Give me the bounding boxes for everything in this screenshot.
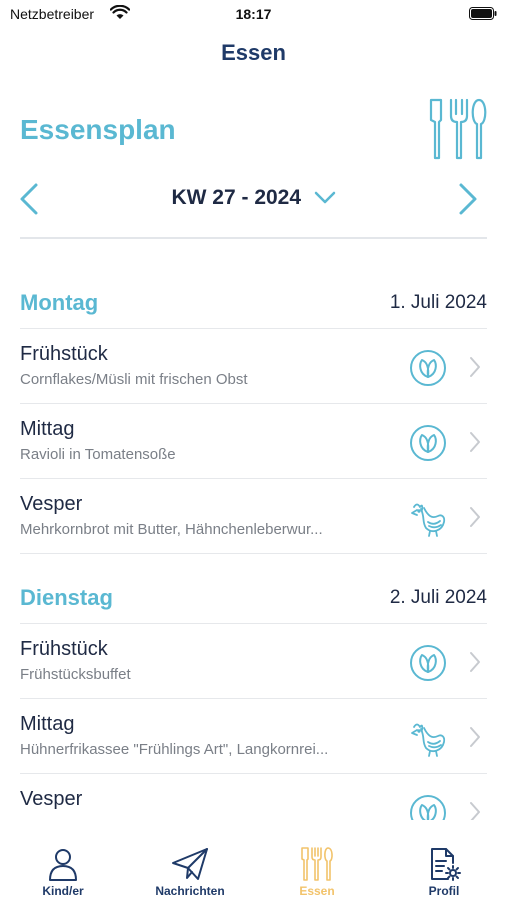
meal-row-tuesday-vesper[interactable]: Vesper [20, 773, 487, 820]
meal-description: Cornflakes/Müsli mit frischen Obst [20, 371, 248, 388]
chevron-right-icon [470, 357, 480, 377]
meal-description: Ravioli in Tomatensoße [20, 446, 176, 463]
meal-row-monday-breakfast[interactable]: Frühstück Cornflakes/Müsli mit frischen … [20, 328, 487, 403]
document-gear-icon [431, 848, 461, 881]
chevron-down-icon [314, 191, 335, 204]
clock: 18:17 [235, 6, 272, 22]
person-icon [49, 849, 77, 881]
meal-type: Frühstück [20, 343, 108, 365]
chevron-right-icon [470, 507, 480, 527]
week-navigation: KW 27 - 2024 [0, 176, 507, 222]
meal-description: Hühnerfrikassee "Frühlings Art", Langkor… [20, 741, 329, 758]
meal-type: Frühstück [20, 638, 108, 660]
meal-row-monday-vesper[interactable]: Vesper Mehrkornbrot mit Butter, Hähnchen… [20, 478, 487, 553]
leaf-icon [410, 645, 446, 681]
tab-messages[interactable]: Nachrichten [127, 846, 253, 898]
chevron-right-icon [470, 727, 480, 747]
tab-label: Essen [299, 884, 335, 898]
chevron-right-icon [470, 652, 480, 672]
tab-profile[interactable]: Profil [381, 846, 507, 898]
tab-bar: Kind/er Nachrichten Essen Profil [0, 822, 507, 900]
next-week-button[interactable] [457, 182, 479, 216]
meal-type: Vesper [20, 493, 83, 515]
status-bar: Netzbetreiber 18:17 [0, 0, 507, 28]
tab-label: Profil [428, 884, 460, 898]
cutlery-icon [429, 98, 487, 160]
tab-children[interactable]: Kind/er [0, 846, 126, 898]
meal-type: Mittag [20, 713, 75, 735]
nav-title: Essen [221, 40, 286, 65]
meal-row-tuesday-lunch[interactable]: Mittag Hühnerfrikassee "Frühlings Art", … [20, 698, 487, 773]
day-name: Montag [20, 290, 99, 315]
meal-plan-list[interactable]: Montag 1. Juli 2024 Frühstück Cornflakes… [0, 240, 507, 820]
tab-food[interactable]: Essen [254, 846, 380, 898]
meal-row-monday-lunch[interactable]: Mittag Ravioli in Tomatensoße [20, 403, 487, 478]
day-name: Dienstag [20, 585, 113, 610]
chicken-icon [411, 503, 446, 537]
tab-label: Nachrichten [155, 884, 225, 898]
week-selector[interactable]: KW 27 - 2024 [0, 186, 507, 210]
meal-description: Mehrkornbrot mit Butter, Hähnchenleberwu… [20, 521, 323, 538]
leaf-icon [410, 795, 446, 820]
day-header-tuesday: Dienstag 2. Juli 2024 [20, 577, 487, 617]
chicken-icon [411, 723, 446, 757]
day-header-monday: Montag 1. Juli 2024 [20, 282, 487, 322]
header-divider [20, 237, 487, 239]
meal-description: Frühstücksbuffet [20, 666, 131, 683]
paper-plane-icon [172, 848, 208, 880]
section-divider [20, 553, 487, 555]
cutlery-icon [301, 847, 333, 881]
leaf-icon [410, 350, 446, 386]
week-label: KW 27 - 2024 [171, 186, 302, 209]
tab-label: Kind/er [42, 884, 84, 898]
meal-type: Vesper [20, 788, 83, 810]
meal-type: Mittag [20, 418, 75, 440]
day-date: 2. Juli 2024 [389, 587, 487, 608]
chevron-right-icon [470, 432, 480, 452]
battery-icon [469, 7, 497, 20]
leaf-icon [410, 425, 446, 461]
chevron-right-icon [470, 802, 480, 820]
page-title: Essensplan [20, 114, 176, 145]
meal-row-tuesday-breakfast[interactable]: Frühstück Frühstücksbuffet [20, 623, 487, 698]
day-date: 1. Juli 2024 [389, 292, 487, 313]
